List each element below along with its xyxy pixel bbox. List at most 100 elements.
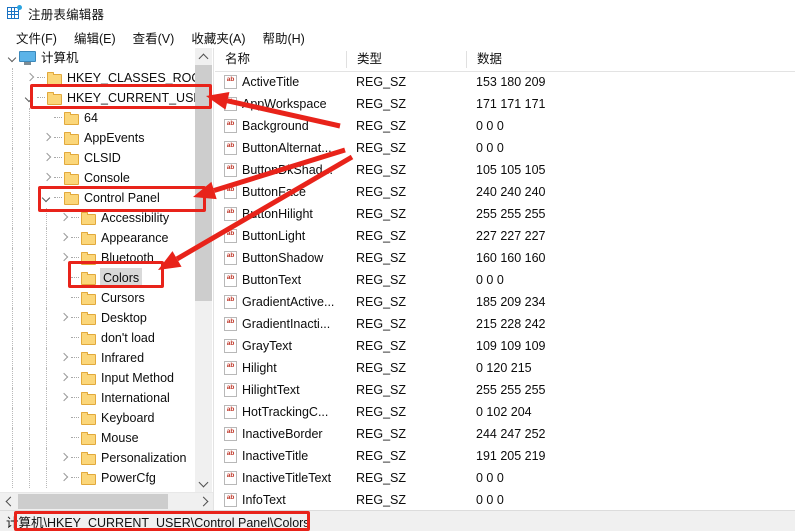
tree-item-international[interactable]: International [0, 388, 196, 408]
cell-type: REG_SZ [356, 493, 407, 507]
tree-item-hkey-current-user[interactable]: HKEY_CURRENT_USER [0, 88, 196, 108]
tree-connector [53, 148, 64, 168]
menu-item-view[interactable]: 查看(V) [125, 26, 184, 49]
string-value-icon: ab [224, 141, 237, 155]
value-name-label: ActiveTitle [242, 75, 300, 89]
chevron-right-icon[interactable] [23, 68, 36, 88]
chevron-right-icon[interactable] [57, 308, 70, 328]
chevron-down-icon[interactable] [195, 475, 212, 492]
tree-guide-line [29, 468, 30, 488]
tree-guide-line [46, 208, 47, 228]
value-name-label: InactiveTitleText [242, 471, 332, 485]
tree-item-control-panel[interactable]: Control Panel [0, 188, 196, 208]
tree-guide-line [29, 188, 30, 208]
tree-item-don-t-load[interactable]: don't load [0, 328, 196, 348]
chevron-down-icon[interactable] [23, 88, 36, 108]
tree-hscroll-thumb[interactable] [18, 494, 168, 509]
table-row[interactable]: ab InactiveBorder REG_SZ 244 247 252 [215, 423, 795, 445]
menu-item-file[interactable]: 文件(F) [8, 26, 66, 49]
chevron-right-icon[interactable] [40, 148, 53, 168]
tree-item-label: PowerCfg [101, 471, 156, 485]
chevron-right-icon[interactable] [57, 348, 70, 368]
table-row[interactable]: ab ButtonHilight REG_SZ 255 255 255 [215, 203, 795, 225]
chevron-right-icon[interactable] [57, 388, 70, 408]
tree-item-colors[interactable]: Colors [0, 268, 196, 288]
table-row[interactable]: ab InactiveTitle REG_SZ 191 205 219 [215, 445, 795, 467]
table-row[interactable]: ab ButtonText REG_SZ 0 0 0 [215, 269, 795, 291]
chevron-right-icon[interactable] [57, 248, 70, 268]
table-row[interactable]: ab ButtonAlternat... REG_SZ 0 0 0 [215, 137, 795, 159]
menu-item-edit[interactable]: 编辑(E) [66, 26, 125, 49]
chevron-right-icon[interactable] [57, 448, 70, 468]
column-header-name[interactable]: 名称 [215, 48, 347, 71]
string-value-icon: ab [224, 207, 237, 221]
tree-item-mouse[interactable]: Mouse [0, 428, 196, 448]
chevron-up-icon[interactable] [195, 48, 212, 65]
folder-icon [47, 91, 62, 105]
menu-item-favorites[interactable]: 收藏夹(A) [183, 26, 254, 49]
menu-item-help[interactable]: 帮助(H) [254, 26, 313, 49]
tree-item-keyboard[interactable]: Keyboard [0, 408, 196, 428]
tree-item-input-method[interactable]: Input Method [0, 368, 196, 388]
folder-icon [81, 371, 96, 385]
tree-horizontal-scrollbar[interactable] [0, 492, 213, 510]
string-value-icon: ab [224, 163, 237, 177]
chevron-right-icon[interactable] [40, 128, 53, 148]
table-row[interactable]: ab Hilight REG_SZ 0 120 215 [215, 357, 795, 379]
chevron-down-icon[interactable] [6, 48, 19, 68]
table-row[interactable]: ab GradientInacti... REG_SZ 215 228 242 [215, 313, 795, 335]
table-row[interactable]: ab Background REG_SZ 0 0 0 [215, 115, 795, 137]
registry-tree: 计算机 HKEY_CLASSES_ROOT HKEY_CURRENT_USER 64 A… [0, 48, 196, 492]
registry-values-list: ab ActiveTitle REG_SZ 153 180 209 ab AppWorks… [215, 71, 795, 510]
cell-name: ab HilightText [215, 379, 347, 401]
tree-item-accessibility[interactable]: Accessibility [0, 208, 196, 228]
cell-type: REG_SZ [356, 97, 407, 111]
table-row[interactable]: ab ActiveTitle REG_SZ 153 180 209 [215, 71, 795, 93]
tree-item-bluetooth[interactable]: Bluetooth [0, 248, 196, 268]
table-row[interactable]: ab ButtonShadow REG_SZ 160 160 160 [215, 247, 795, 269]
table-row[interactable]: ab InactiveTitleText REG_SZ 0 0 0 [215, 467, 795, 489]
chevron-right-icon[interactable] [40, 168, 53, 188]
table-row[interactable]: ab ButtonFace REG_SZ 240 240 240 [215, 181, 795, 203]
tree-item-clsid[interactable]: CLSID [0, 148, 196, 168]
tree-item-infrared[interactable]: Infrared [0, 348, 196, 368]
tree-guide-line [46, 368, 47, 388]
chevron-down-icon[interactable] [40, 188, 53, 208]
table-row[interactable]: ab ButtonLight REG_SZ 227 227 227 [215, 225, 795, 247]
folder-icon [81, 351, 96, 365]
chevron-left-icon[interactable] [0, 493, 17, 510]
table-row[interactable]: ab GrayText REG_SZ 109 109 109 [215, 335, 795, 357]
chevron-right-icon[interactable] [57, 468, 70, 488]
chevron-right-icon[interactable] [57, 228, 70, 248]
tree-item-desktop[interactable]: Desktop [0, 308, 196, 328]
table-row[interactable]: ab AppWorkspace REG_SZ 171 171 171 [215, 93, 795, 115]
table-row[interactable]: ab ButtonDkShad... REG_SZ 105 105 105 [215, 159, 795, 181]
tree-item-cursors[interactable]: Cursors [0, 288, 196, 308]
tree-vscroll-thumb[interactable] [195, 65, 212, 301]
chevron-right-icon[interactable] [57, 368, 70, 388]
tree-guide-line [46, 448, 47, 468]
chevron-right-icon[interactable] [57, 208, 70, 228]
value-name-label: InactiveBorder [242, 427, 323, 441]
tree-vertical-scrollbar[interactable] [195, 48, 212, 492]
column-header-type[interactable]: 类型 [347, 48, 467, 71]
tree-item-appearance[interactable]: Appearance [0, 228, 196, 248]
chevron-right-icon[interactable] [197, 493, 213, 510]
tree-item-powercfg[interactable]: PowerCfg [0, 468, 196, 488]
table-row[interactable]: ab InfoText REG_SZ 0 0 0 [215, 489, 795, 510]
table-row[interactable]: ab GradientActive... REG_SZ 185 209 234 [215, 291, 795, 313]
tree-item-appevents[interactable]: AppEvents [0, 128, 196, 148]
tree-item-hkey-classes-root[interactable]: HKEY_CLASSES_ROOT [0, 68, 196, 88]
folder-icon [47, 71, 62, 85]
tree-item-64[interactable]: 64 [0, 108, 196, 128]
table-row[interactable]: ab HilightText REG_SZ 255 255 255 [215, 379, 795, 401]
tree-item-[interactable]: 计算机 [0, 48, 196, 68]
column-header-data[interactable]: 数据 [467, 48, 795, 71]
value-name-label: Hilight [242, 361, 277, 375]
cell-data: 255 255 255 [476, 207, 546, 221]
tree-item-personalization[interactable]: Personalization [0, 448, 196, 468]
table-row[interactable]: ab HotTrackingC... REG_SZ 0 102 204 [215, 401, 795, 423]
tree-item-console[interactable]: Console [0, 168, 196, 188]
tree-guide-line [12, 148, 13, 168]
